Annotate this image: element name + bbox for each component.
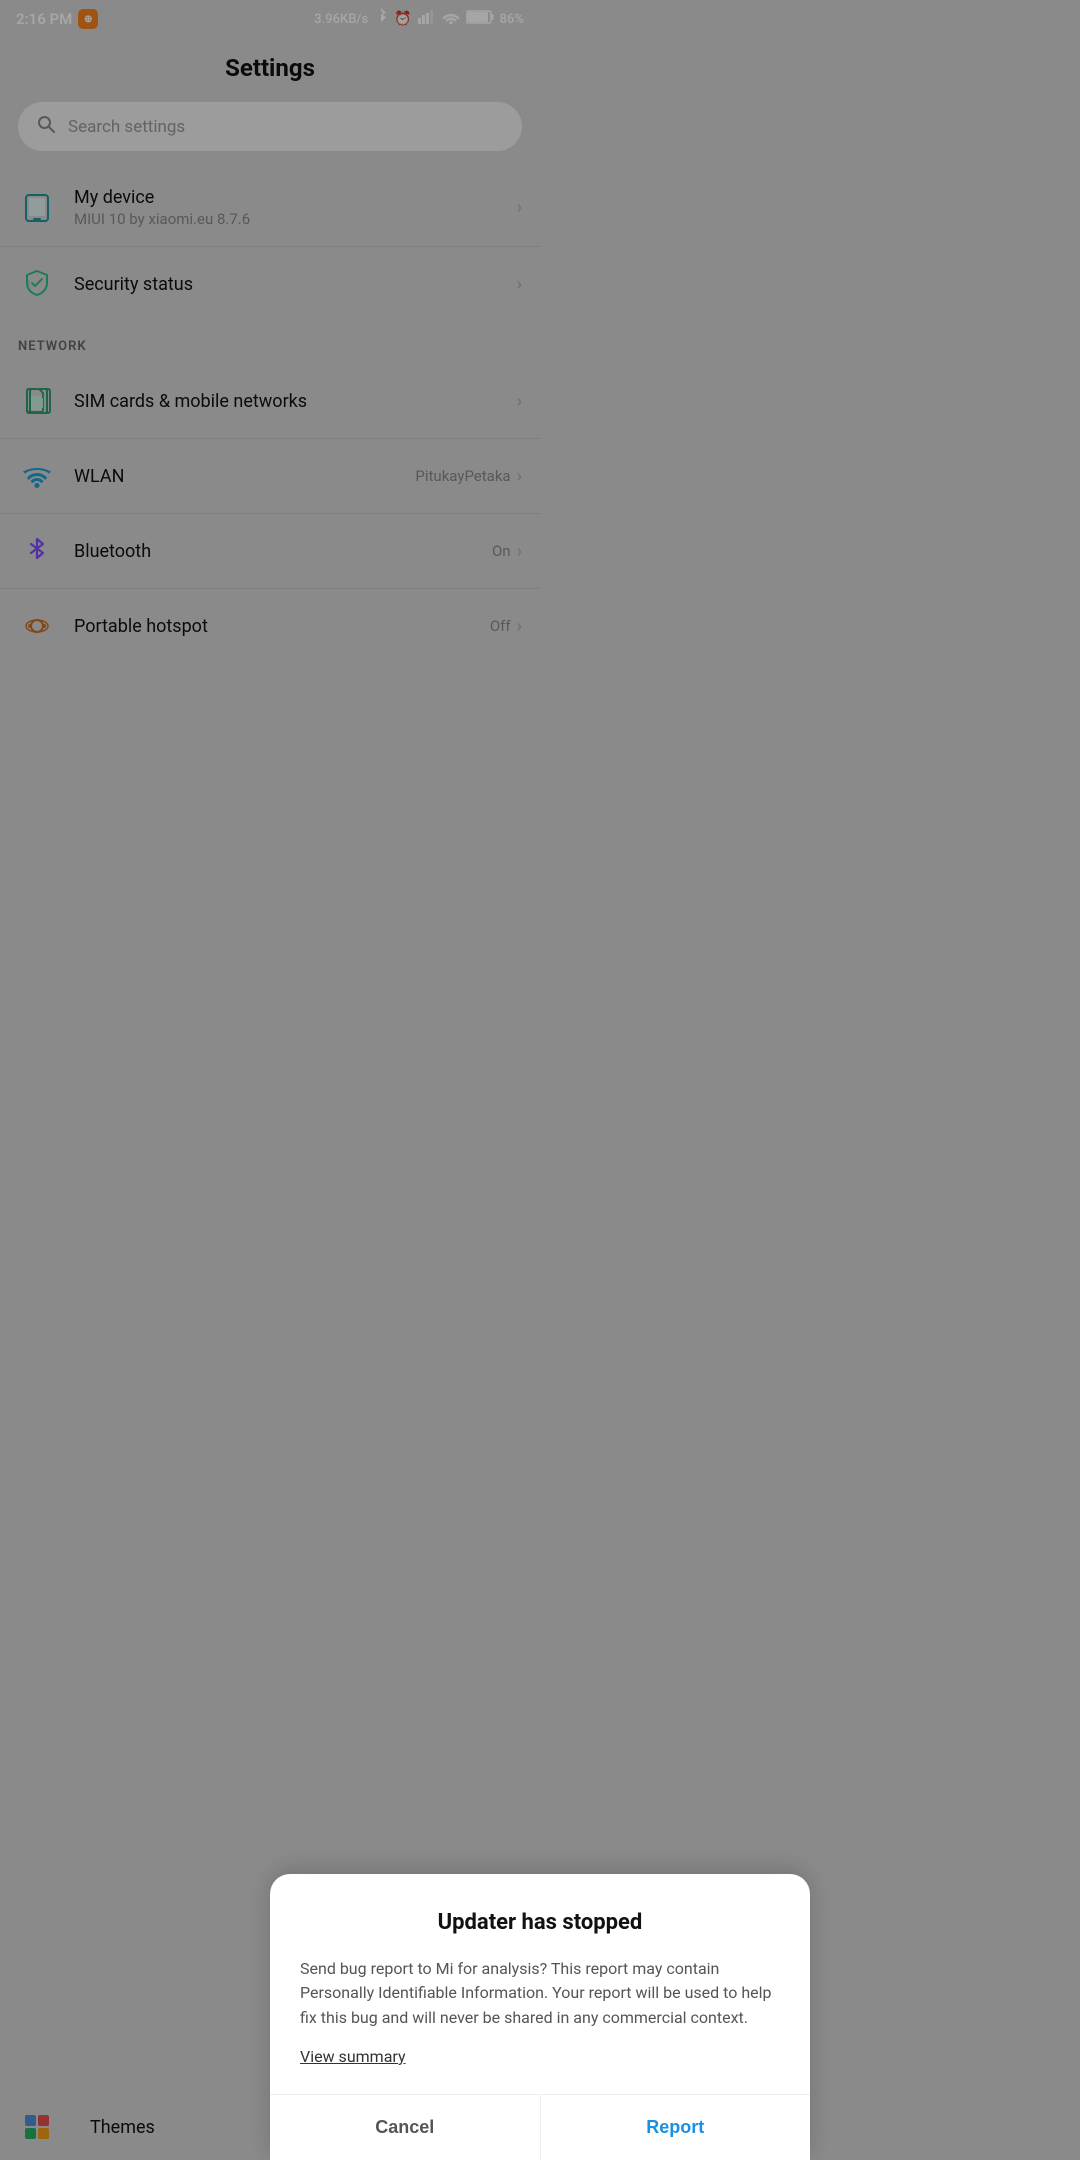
report-button[interactable]: Report (541, 2095, 811, 2160)
dialog-actions: Cancel Report (270, 2094, 810, 2160)
dialog-title: Updater has stopped (300, 1910, 780, 1935)
dialog-overlay: Updater has stopped Send bug report to M… (0, 0, 1080, 2160)
dialog-body: Send bug report to Mi for analysis? This… (300, 1957, 780, 2031)
cancel-button[interactable]: Cancel (270, 2095, 541, 2160)
view-summary-link[interactable]: View summary (300, 2047, 406, 2066)
crash-dialog: Updater has stopped Send bug report to M… (270, 1874, 810, 2160)
